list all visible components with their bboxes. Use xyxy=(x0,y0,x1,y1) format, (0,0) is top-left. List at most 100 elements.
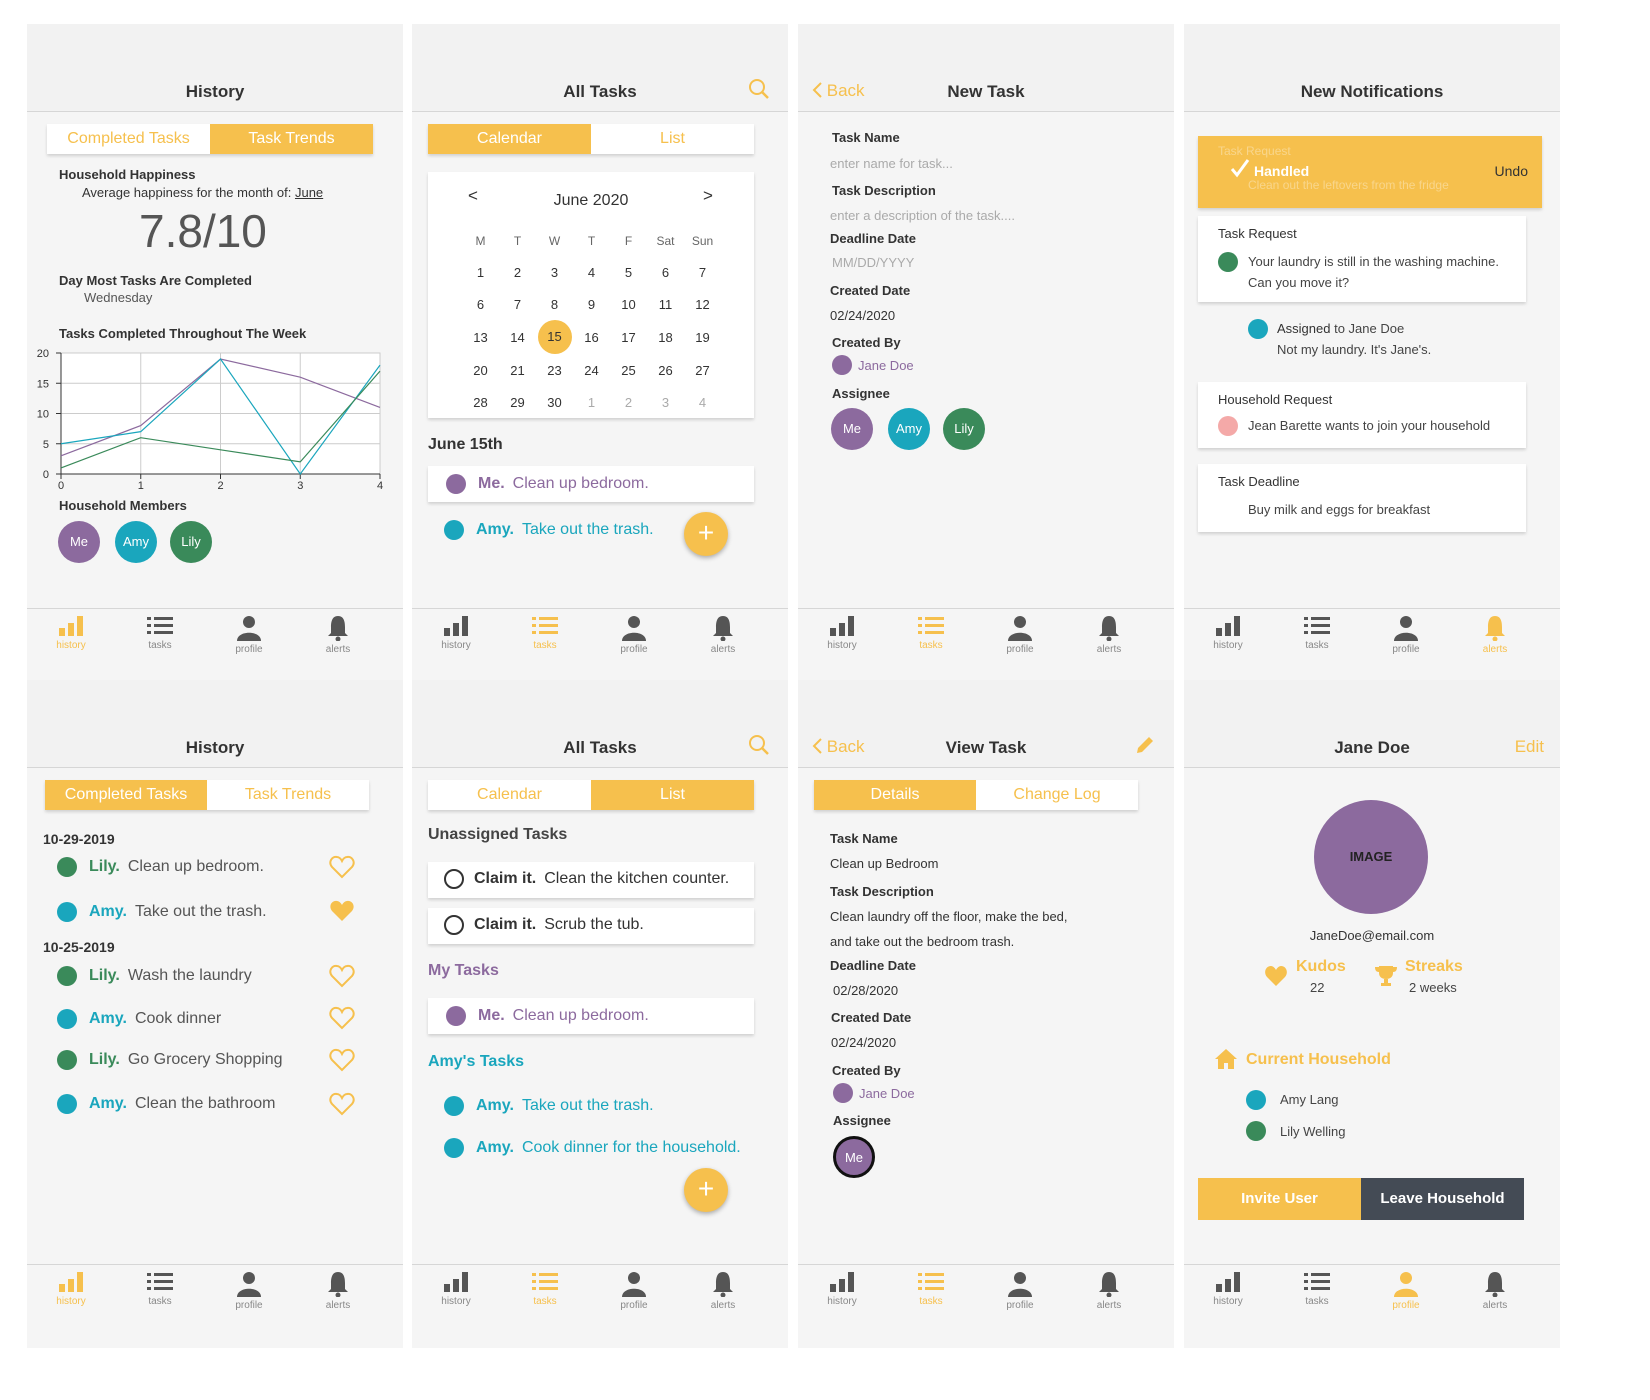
nav-alerts[interactable]: alerts xyxy=(1079,1271,1139,1311)
task-row[interactable]: Amy. Take out the trash. xyxy=(444,1096,654,1116)
nav-alerts[interactable]: alerts xyxy=(693,1271,753,1311)
claim-button[interactable]: Claim it. xyxy=(474,870,536,888)
calendar-day[interactable]: 12 xyxy=(684,288,721,320)
calendar-day[interactable]: 26 xyxy=(647,354,684,386)
assignee-me[interactable]: Me xyxy=(831,408,873,450)
heart-outline-icon[interactable] xyxy=(329,1048,355,1072)
add-task-button[interactable]: + xyxy=(684,1168,728,1212)
nav-profile[interactable]: profile xyxy=(1376,615,1436,655)
calendar-day[interactable]: 3 xyxy=(536,256,573,288)
nav-history[interactable]: history xyxy=(1198,1271,1258,1307)
calendar-day[interactable]: 6 xyxy=(462,288,499,320)
task-row[interactable]: Amy. Take out the trash. xyxy=(444,520,654,540)
nav-profile[interactable]: profile xyxy=(1376,1271,1436,1311)
member-avatar-amy[interactable]: Amy xyxy=(115,521,157,563)
task-name-input[interactable]: enter name for task... xyxy=(830,156,953,171)
nav-tasks[interactable]: tasks xyxy=(901,615,961,651)
nav-tasks[interactable]: tasks xyxy=(130,615,190,651)
assignee-amy[interactable]: Amy xyxy=(888,408,930,450)
calendar-day[interactable]: 8 xyxy=(536,288,573,320)
claim-button[interactable]: Claim it. xyxy=(474,916,536,934)
nav-history[interactable]: history xyxy=(41,615,101,651)
nav-tasks[interactable]: tasks xyxy=(130,1271,190,1307)
unassigned-task-card[interactable]: Claim it. Scrub the tub. xyxy=(428,908,754,944)
heart-outline-icon[interactable] xyxy=(329,1092,355,1116)
search-icon[interactable] xyxy=(748,78,770,100)
handled-notification[interactable]: Task Request Clean out the leftovers fro… xyxy=(1198,136,1542,208)
notification-card[interactable]: Household Request Jean Barette wants to … xyxy=(1198,382,1526,448)
calendar-day-selected[interactable]: 15 xyxy=(536,320,573,354)
nav-tasks[interactable]: tasks xyxy=(1287,615,1347,651)
nav-profile[interactable]: profile xyxy=(219,615,279,655)
nav-alerts[interactable]: alerts xyxy=(1465,615,1525,655)
calendar-day[interactable]: 19 xyxy=(684,320,721,354)
month-link[interactable]: June xyxy=(295,185,323,200)
calendar-day[interactable]: 7 xyxy=(684,256,721,288)
nav-history[interactable]: history xyxy=(41,1271,101,1307)
calendar-day[interactable]: 17 xyxy=(610,320,647,354)
tab-change-log[interactable]: Change Log xyxy=(976,780,1138,810)
tab-completed-tasks[interactable]: Completed Tasks xyxy=(47,124,210,154)
tab-list[interactable]: List xyxy=(591,780,754,810)
task-description-input[interactable]: enter a description of the task.... xyxy=(830,208,1015,223)
heart-outline-icon[interactable] xyxy=(329,855,355,879)
task-row[interactable]: Amy. Cook dinner for the household. xyxy=(444,1138,741,1158)
calendar-day[interactable]: 5 xyxy=(610,256,647,288)
nav-alerts[interactable]: alerts xyxy=(308,1271,368,1311)
calendar-day[interactable]: 21 xyxy=(499,354,536,386)
calendar-day[interactable]: 3 xyxy=(647,386,684,418)
task-card[interactable]: Me. Clean up bedroom. xyxy=(428,998,754,1034)
calendar-day[interactable]: 4 xyxy=(573,256,610,288)
nav-alerts[interactable]: alerts xyxy=(1079,615,1139,655)
tab-calendar[interactable]: Calendar xyxy=(428,780,591,810)
calendar-day[interactable]: 4 xyxy=(684,386,721,418)
calendar-day[interactable]: 24 xyxy=(573,354,610,386)
heart-outline-icon[interactable] xyxy=(329,1006,355,1030)
calendar-day[interactable]: 23 xyxy=(536,354,573,386)
assignee-lily[interactable]: Lily xyxy=(943,408,985,450)
tab-completed-tasks[interactable]: Completed Tasks xyxy=(45,780,207,810)
nav-tasks[interactable]: tasks xyxy=(515,1271,575,1307)
unassigned-task-card[interactable]: Claim it. Clean the kitchen counter. xyxy=(428,862,754,898)
nav-alerts[interactable]: alerts xyxy=(693,615,753,655)
nav-tasks[interactable]: tasks xyxy=(515,615,575,651)
calendar-day[interactable]: 11 xyxy=(647,288,684,320)
deadline-input[interactable]: MM/DD/YYYY xyxy=(832,255,914,270)
nav-history[interactable]: history xyxy=(1198,615,1258,651)
calendar-day[interactable]: 7 xyxy=(499,288,536,320)
tab-calendar[interactable]: Calendar xyxy=(428,124,591,154)
calendar-day[interactable]: 1 xyxy=(573,386,610,418)
calendar-day[interactable]: 29 xyxy=(499,386,536,418)
nav-profile[interactable]: profile xyxy=(990,1271,1050,1311)
calendar-day[interactable]: 1 xyxy=(462,256,499,288)
search-icon[interactable] xyxy=(748,734,770,756)
nav-profile[interactable]: profile xyxy=(604,1271,664,1311)
member-avatar-me[interactable]: Me xyxy=(58,521,100,563)
calendar-day[interactable]: 16 xyxy=(573,320,610,354)
calendar-day[interactable]: 18 xyxy=(647,320,684,354)
tab-details[interactable]: Details xyxy=(814,780,976,810)
calendar-day[interactable]: 9 xyxy=(573,288,610,320)
nav-alerts[interactable]: alerts xyxy=(1465,1271,1525,1311)
calendar-day[interactable]: 25 xyxy=(610,354,647,386)
nav-tasks[interactable]: tasks xyxy=(1287,1271,1347,1307)
nav-alerts[interactable]: alerts xyxy=(308,615,368,655)
calendar-day[interactable]: 30 xyxy=(536,386,573,418)
calendar-day[interactable]: 2 xyxy=(610,386,647,418)
add-task-button[interactable]: + xyxy=(684,512,728,556)
calendar-day[interactable]: 14 xyxy=(499,320,536,354)
calendar-day[interactable]: 6 xyxy=(647,256,684,288)
avatar[interactable]: IMAGE xyxy=(1314,800,1428,914)
undo-button[interactable]: Undo xyxy=(1495,163,1528,179)
nav-history[interactable]: history xyxy=(812,615,872,651)
heart-filled-icon[interactable] xyxy=(329,899,355,923)
edit-button[interactable]: Edit xyxy=(1515,737,1544,757)
calendar-day[interactable]: 27 xyxy=(684,354,721,386)
nav-history[interactable]: history xyxy=(426,615,486,651)
nav-tasks[interactable]: tasks xyxy=(901,1271,961,1307)
next-month-button[interactable]: > xyxy=(703,186,713,206)
nav-profile[interactable]: profile xyxy=(990,615,1050,655)
heart-outline-icon[interactable] xyxy=(329,964,355,988)
member-avatar-lily[interactable]: Lily xyxy=(170,521,212,563)
task-card[interactable]: Me. Clean up bedroom. xyxy=(428,466,754,502)
